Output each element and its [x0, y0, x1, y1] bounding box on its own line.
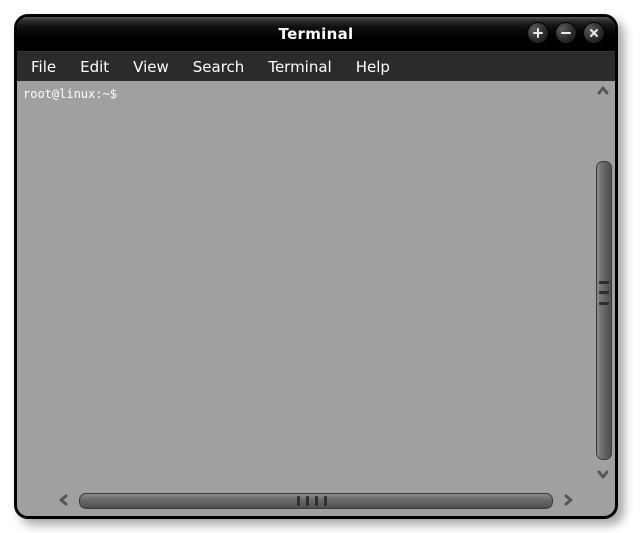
vertical-scroll-grip: [599, 281, 609, 305]
terminal-prompt: root@linux:~$: [21, 83, 591, 101]
horizontal-scroll-track[interactable]: [77, 491, 555, 509]
plus-icon: [533, 28, 543, 38]
minimize-button[interactable]: [555, 22, 577, 44]
scroll-right-button[interactable]: [557, 488, 579, 512]
close-icon: [589, 28, 599, 38]
window-buttons: [527, 22, 605, 44]
menu-view[interactable]: View: [133, 58, 169, 76]
horizontal-scroll-thumb[interactable]: [79, 493, 553, 509]
terminal-body: root@linux:~$: [17, 81, 615, 516]
vertical-scrollbar: [591, 81, 615, 486]
chevron-right-icon: [561, 488, 575, 512]
window-title: Terminal: [279, 25, 354, 43]
terminal-window: Terminal: [14, 14, 618, 519]
titlebar: Terminal: [17, 17, 615, 51]
menu-file[interactable]: File: [31, 58, 56, 76]
chevron-up-icon: [596, 83, 610, 102]
menubar: File Edit View Search Terminal Help: [17, 51, 615, 82]
menu-edit[interactable]: Edit: [80, 58, 109, 76]
menu-terminal[interactable]: Terminal: [268, 58, 331, 76]
close-button[interactable]: [583, 22, 605, 44]
vertical-scroll-track[interactable]: [594, 105, 612, 462]
scroll-up-button[interactable]: [591, 81, 615, 103]
chevron-down-icon: [596, 466, 610, 485]
minus-icon: [561, 28, 571, 38]
menu-help[interactable]: Help: [356, 58, 390, 76]
horizontal-scrollbar: [53, 488, 579, 512]
scroll-down-button[interactable]: [591, 464, 615, 486]
terminal-viewport[interactable]: root@linux:~$: [21, 83, 591, 486]
scroll-left-button[interactable]: [53, 488, 75, 512]
horizontal-scroll-grip: [297, 496, 327, 506]
new-window-button[interactable]: [527, 22, 549, 44]
vertical-scroll-thumb[interactable]: [596, 161, 612, 460]
chevron-left-icon: [57, 488, 71, 512]
menu-search[interactable]: Search: [193, 58, 245, 76]
